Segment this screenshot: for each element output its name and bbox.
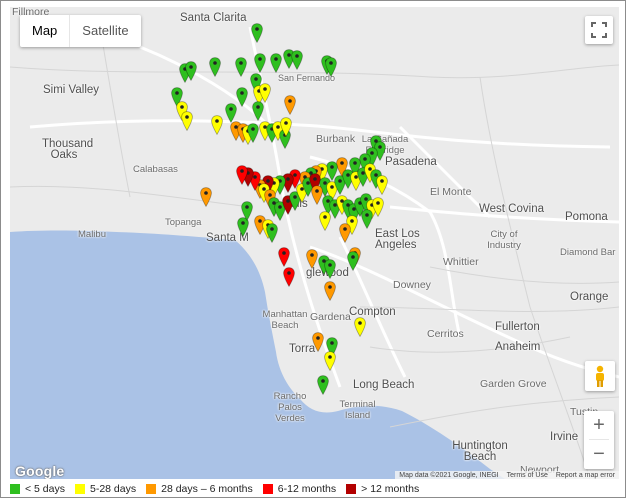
place-label: Garden Grove	[480, 378, 547, 390]
location-marker[interactable]	[324, 351, 336, 371]
location-marker[interactable]	[259, 83, 271, 103]
legend: < 5 days 5-28 days 28 days – 6 months 6-…	[10, 483, 429, 495]
zoom-control: + −	[584, 411, 614, 469]
legend-swatch	[10, 484, 20, 494]
place-label: West Covina	[479, 203, 544, 215]
place-label: Downey	[393, 279, 431, 291]
report-error-link[interactable]: Report a map error	[556, 471, 615, 479]
location-marker[interactable]	[211, 115, 223, 135]
terms-link[interactable]: Terms of Use	[507, 471, 548, 479]
location-marker[interactable]	[319, 211, 331, 231]
place-label: Gardena	[310, 311, 351, 323]
place-label: Calabasas	[133, 164, 178, 175]
map-button[interactable]: Map	[20, 15, 69, 47]
place-label: Pomona	[565, 211, 608, 223]
place-label: Diamond Bar	[560, 247, 616, 258]
place-label: El Monte	[430, 186, 472, 198]
location-marker[interactable]	[311, 185, 323, 205]
location-marker[interactable]	[200, 187, 212, 207]
location-marker[interactable]	[325, 57, 337, 77]
location-marker[interactable]	[270, 53, 282, 73]
location-marker[interactable]	[312, 332, 324, 352]
place-label: Orange	[570, 291, 609, 303]
place-label: Huntington Beach	[452, 440, 508, 463]
place-label: Malibu	[78, 229, 106, 240]
location-marker[interactable]	[361, 209, 373, 229]
location-marker[interactable]	[339, 223, 351, 243]
legend-swatch	[346, 484, 357, 494]
location-marker[interactable]	[283, 267, 295, 287]
place-label: Long Beach	[353, 379, 415, 391]
location-marker[interactable]	[317, 375, 329, 395]
legend-item: 6-12 months	[262, 483, 337, 495]
legend-item: > 12 months	[346, 483, 419, 495]
location-marker[interactable]	[372, 197, 384, 217]
location-marker[interactable]	[236, 87, 248, 107]
fullscreen-icon	[591, 22, 607, 38]
legend-item: 5-28 days	[75, 483, 136, 495]
location-marker[interactable]	[266, 223, 278, 243]
place-label: Whittier	[443, 256, 479, 268]
place-label: Topanga	[165, 217, 202, 228]
attribution-bar: Map data ©2021 Google, INEGI Terms of Us…	[395, 471, 619, 479]
location-marker[interactable]	[306, 249, 318, 269]
place-label: Manhattan Beach	[262, 309, 308, 331]
fullscreen-button[interactable]	[585, 16, 613, 44]
street-view-button[interactable]	[585, 361, 615, 391]
location-marker[interactable]	[185, 61, 197, 81]
location-marker[interactable]	[236, 165, 248, 185]
place-label: Santa Clarita	[180, 12, 247, 24]
map-panel: Fillmore Santa Clarita Simi Valley San F…	[0, 0, 626, 498]
legend-item: 28 days – 6 months	[146, 483, 253, 495]
legend-label: > 12 months	[361, 483, 420, 495]
location-marker[interactable]	[254, 53, 266, 73]
location-marker[interactable]	[235, 57, 247, 77]
zoom-in-button[interactable]: +	[584, 411, 614, 439]
location-marker[interactable]	[280, 117, 292, 137]
location-marker[interactable]	[225, 103, 237, 123]
place-label: Fullerton	[495, 321, 540, 333]
location-marker[interactable]	[252, 101, 264, 121]
legend-item: < 5 days	[10, 483, 65, 495]
location-marker[interactable]	[241, 201, 253, 221]
place-label: Thousand Oaks	[42, 138, 94, 161]
place-label: Anaheim	[495, 341, 541, 353]
map-canvas[interactable]: Fillmore Santa Clarita Simi Valley San F…	[10, 7, 619, 479]
location-marker[interactable]	[284, 95, 296, 115]
location-marker[interactable]	[181, 111, 193, 131]
location-marker[interactable]	[324, 281, 336, 301]
location-marker[interactable]	[209, 57, 221, 77]
place-label: Cerritos	[427, 328, 464, 340]
legend-label: 5-28 days	[90, 483, 137, 495]
place-label: Pasadena	[385, 156, 437, 168]
legend-swatch	[146, 484, 157, 494]
legend-swatch	[262, 484, 273, 494]
place-label: Burbank	[316, 133, 356, 145]
location-marker[interactable]	[251, 23, 263, 43]
map-data-text: Map data ©2021 Google, INEGI	[399, 472, 499, 479]
zoom-out-button[interactable]: −	[584, 440, 614, 468]
legend-swatch	[75, 484, 85, 494]
legend-label: < 5 days	[25, 483, 65, 495]
place-label: East Los Angeles	[375, 228, 420, 251]
location-marker[interactable]	[347, 251, 359, 271]
satellite-button[interactable]: Satellite	[70, 15, 140, 47]
place-label: Terminal Island	[339, 399, 376, 421]
location-marker[interactable]	[324, 259, 336, 279]
pegman-icon	[596, 365, 604, 387]
google-logo[interactable]: Google	[15, 463, 64, 479]
place-label: Irvine	[550, 431, 579, 443]
location-marker[interactable]	[376, 175, 388, 195]
place-label: City of Industry	[487, 229, 521, 251]
location-marker[interactable]	[278, 247, 290, 267]
location-marker[interactable]	[247, 123, 259, 143]
legend-label: 6-12 months	[277, 483, 337, 495]
location-marker[interactable]	[291, 50, 303, 70]
map-type-control: Map Satellite	[20, 15, 141, 47]
place-label: Rancho Palos Verdes	[273, 391, 307, 424]
location-marker[interactable]	[354, 317, 366, 337]
place-label: Simi Valley	[43, 84, 100, 96]
legend-label: 28 days – 6 months	[161, 483, 253, 495]
